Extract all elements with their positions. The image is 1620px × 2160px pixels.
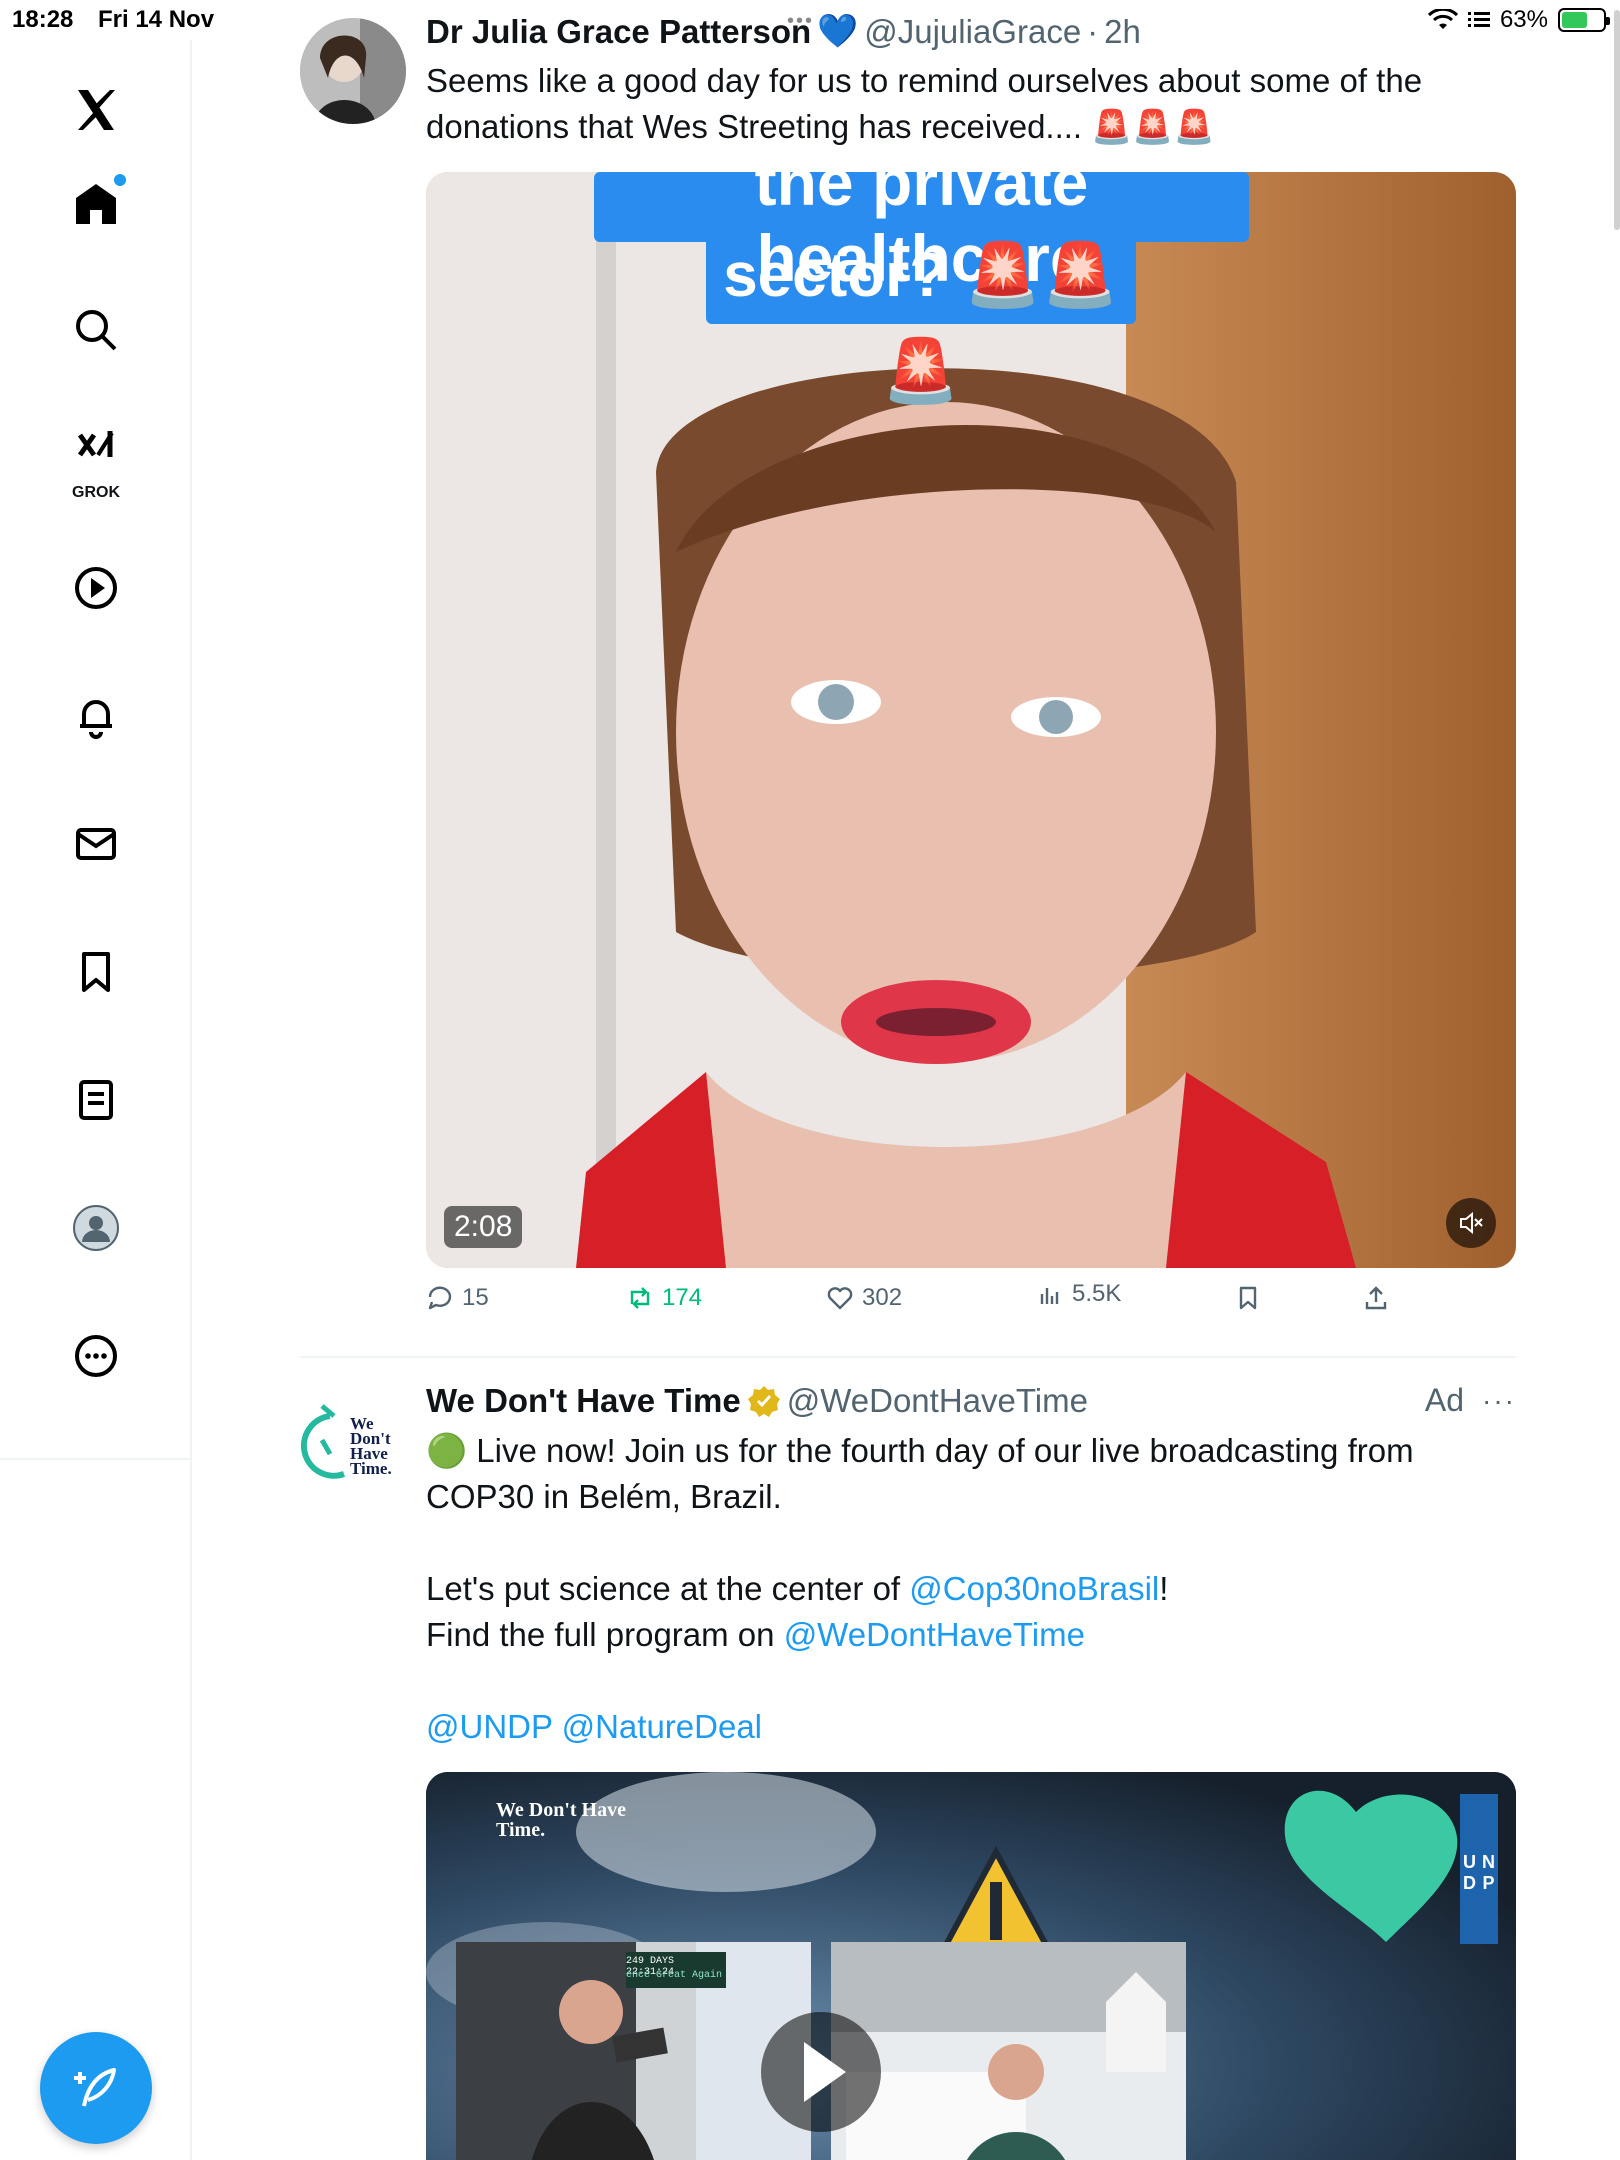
banner-text: ence Great Again bbox=[626, 1970, 723, 1981]
mention-link[interactable]: @UNDP bbox=[426, 1708, 552, 1745]
undp-letter: U bbox=[1463, 1852, 1476, 1872]
bookmarks-icon[interactable] bbox=[56, 932, 136, 1012]
play-button[interactable] bbox=[761, 2012, 881, 2132]
more-options-icon[interactable]: ··· bbox=[1482, 1385, 1516, 1417]
repost-icon bbox=[630, 1287, 650, 1309]
text-segment: Find the full program on bbox=[426, 1616, 784, 1653]
status-time: 18:28 bbox=[12, 6, 74, 33]
video-brand: We Don't Have Time. bbox=[496, 1799, 626, 1841]
video-player[interactable]: We Don't Have Time. U N D P 249 DAYS 22:… bbox=[426, 1772, 1516, 2160]
like-icon bbox=[827, 1287, 853, 1310]
list-icon bbox=[1467, 12, 1490, 27]
battery-icon bbox=[1558, 8, 1610, 32]
bookmark-icon bbox=[1239, 1286, 1257, 1310]
share-icon bbox=[1365, 1286, 1387, 1310]
compose-icon bbox=[74, 2068, 116, 2107]
wifi-icon bbox=[1427, 9, 1458, 29]
handle[interactable]: @WeDontHaveTime bbox=[787, 1382, 1088, 1420]
notifications-icon[interactable] bbox=[56, 676, 136, 756]
undp-letter: N bbox=[1482, 1852, 1495, 1872]
video-caption-line2: sector? 🚨🚨🚨 bbox=[723, 241, 1119, 406]
tweet-text-line1: 🟢 Live now! Join us for the fourth day o… bbox=[426, 1432, 1414, 1515]
avatar[interactable] bbox=[300, 18, 406, 124]
timestamp[interactable]: 2h bbox=[1104, 13, 1141, 51]
reply-button[interactable]: 15 bbox=[426, 1284, 489, 1312]
like-button[interactable]: 302 bbox=[826, 1284, 902, 1312]
search-icon[interactable] bbox=[56, 290, 136, 370]
avatar-text-4: Time. bbox=[350, 1459, 392, 1478]
grok-label: GROK bbox=[72, 484, 120, 501]
bookmark-button[interactable] bbox=[1234, 1284, 1262, 1312]
undp-logo: U N D P bbox=[1460, 1852, 1498, 1894]
mention-link[interactable]: @Cop30noBrasil bbox=[909, 1570, 1159, 1607]
share-button[interactable] bbox=[1362, 1284, 1390, 1312]
tweet-header: We Don't Have Time @WeDontHaveTime bbox=[426, 1382, 1088, 1420]
handle[interactable]: @JujuliaGrace bbox=[864, 13, 1081, 51]
compose-button[interactable] bbox=[40, 2032, 152, 2144]
text-segment: Let's put science at the center of bbox=[426, 1570, 910, 1607]
tweet-text: Seems like a good day for us to remind o… bbox=[426, 62, 1423, 145]
avatar[interactable]: We Don't Have Time. bbox=[300, 1394, 406, 1500]
tweet-text-line4: @UNDP @NatureDeal bbox=[426, 1704, 1506, 1750]
mention-link[interactable]: @NatureDeal bbox=[562, 1708, 762, 1745]
reply-count: 15 bbox=[462, 1284, 489, 1311]
undp-letter: P bbox=[1482, 1873, 1495, 1893]
lists-icon[interactable] bbox=[56, 1060, 136, 1140]
tweet-separator bbox=[300, 1356, 1516, 1358]
video-player[interactable]: the private healthcare sector? 🚨🚨🚨 2:08 bbox=[426, 172, 1516, 1268]
more-icon[interactable] bbox=[56, 1316, 136, 1396]
mute-button[interactable] bbox=[1446, 1198, 1496, 1248]
tweet-text-line2: Let's put science at the center of @Cop3… bbox=[426, 1566, 1506, 1612]
display-name[interactable]: We Don't Have Time bbox=[426, 1382, 741, 1420]
undp-letter: D bbox=[1463, 1873, 1476, 1893]
reply-icon bbox=[428, 1286, 452, 1310]
ad-label: Ad bbox=[1424, 1382, 1465, 1418]
video-duration: 2:08 bbox=[444, 1206, 523, 1248]
like-count: 302 bbox=[862, 1284, 903, 1311]
tweet-text-line3: Find the full program on @WeDontHaveTime bbox=[426, 1612, 1506, 1658]
battery-percent: 63% bbox=[1499, 6, 1548, 33]
display-name[interactable]: Dr Julia Grace Patterson bbox=[426, 13, 811, 51]
profile-icon[interactable] bbox=[56, 1188, 136, 1268]
blue-heart-icon: 💙 bbox=[817, 12, 859, 49]
views-count: 5.5K bbox=[1072, 1280, 1122, 1307]
messages-icon[interactable] bbox=[56, 804, 136, 884]
scrollbar[interactable] bbox=[1614, 10, 1620, 230]
ad-indicator: Ad ··· bbox=[1425, 1382, 1516, 1419]
tweet-text: 🟢 Live now! Join us for the fourth day o… bbox=[426, 1428, 1506, 1750]
repost-button[interactable]: 174 bbox=[626, 1284, 702, 1312]
mention-link[interactable]: @WeDontHaveTime bbox=[784, 1616, 1085, 1653]
video-icon[interactable] bbox=[56, 548, 136, 628]
tweet-header: Dr Julia Grace Patterson 💙 @JujuliaGrace… bbox=[426, 12, 1141, 51]
repost-count: 174 bbox=[662, 1284, 703, 1311]
home-icon[interactable] bbox=[56, 164, 136, 244]
views-button[interactable]: 5.5K bbox=[1036, 1280, 1121, 1308]
verified-gold-icon bbox=[747, 1386, 780, 1417]
views-icon bbox=[1040, 1288, 1059, 1304]
status-indicators: 63% bbox=[1427, 6, 1610, 34]
mute-icon bbox=[1460, 1211, 1483, 1235]
status-date: Fri 14 Nov bbox=[98, 6, 215, 33]
sidebar: GROK bbox=[0, 40, 192, 2160]
sidebar-divider bbox=[0, 1458, 192, 1460]
notification-dot bbox=[114, 174, 126, 186]
tweet-actions: 15 174 302 5.5K bbox=[426, 1280, 1426, 1324]
grok-icon[interactable]: GROK bbox=[56, 418, 136, 501]
text-segment: ! bbox=[1159, 1570, 1169, 1607]
x-logo-icon[interactable] bbox=[56, 70, 136, 150]
separator-dot: · bbox=[1087, 12, 1099, 50]
